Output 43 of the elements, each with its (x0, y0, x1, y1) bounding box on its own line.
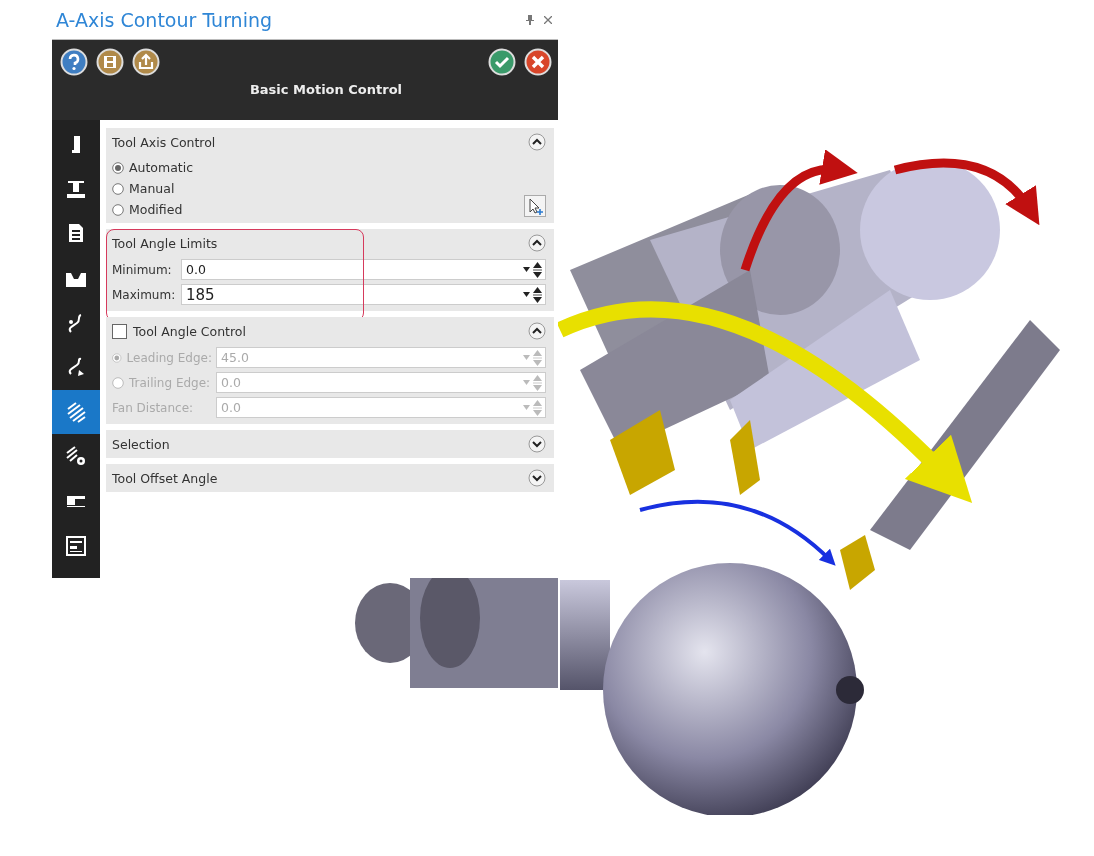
ok-button[interactable] (488, 48, 516, 76)
save-button[interactable] (96, 48, 124, 76)
spinner-icon[interactable] (533, 260, 542, 279)
collapse-icon[interactable] (528, 322, 546, 340)
radio-label: Manual (129, 181, 175, 196)
collapse-icon[interactable] (528, 133, 546, 151)
radio-button[interactable] (112, 182, 124, 195)
close-icon[interactable] (544, 15, 552, 24)
number-field[interactable]: 0.0 (181, 259, 546, 280)
panel-title: Basic Motion Control (248, 82, 404, 97)
field-label: Maximum: (112, 287, 176, 302)
expand-icon[interactable] (528, 435, 546, 453)
checkbox[interactable] (112, 323, 127, 339)
dropdown-arrow-icon[interactable] (523, 292, 530, 297)
select-cursor-button[interactable] (524, 195, 546, 217)
field-label: Trailing Edge: (129, 375, 211, 390)
radio-label: Automatic (129, 160, 194, 175)
field-label: Fan Distance: (112, 400, 194, 415)
section-title: Tool Angle Control (133, 323, 247, 339)
section-title: Selection (112, 436, 171, 452)
radio-button[interactable] (112, 161, 124, 174)
number-field[interactable]: 185 (181, 284, 546, 305)
section-title: Tool Angle Limits (112, 235, 219, 251)
pin-icon[interactable] (526, 14, 534, 25)
radio-label: Modified (129, 202, 183, 217)
collapse-icon[interactable] (528, 234, 546, 252)
dropdown-arrow-icon[interactable] (523, 267, 530, 272)
section-title: Tool Axis Control (112, 134, 217, 150)
section-title: Tool Offset Angle (112, 470, 219, 486)
pattern-gear-icon (65, 445, 87, 468)
cancel-button[interactable] (524, 48, 552, 76)
tool-icon (72, 134, 80, 154)
window-title: A-Axis Contour Turning (56, 8, 274, 31)
pattern-icon (65, 400, 87, 423)
export-button[interactable] (132, 48, 160, 76)
sidebar-tab[interactable] (52, 389, 100, 435)
expand-icon[interactable] (528, 469, 546, 487)
field-label: Leading Edge: (126, 350, 212, 365)
field-label: Minimum: (112, 262, 172, 277)
form-icon (65, 534, 87, 557)
radio-button[interactable] (112, 203, 124, 216)
spinner-icon[interactable] (533, 285, 542, 304)
help-button[interactable] (60, 48, 88, 76)
